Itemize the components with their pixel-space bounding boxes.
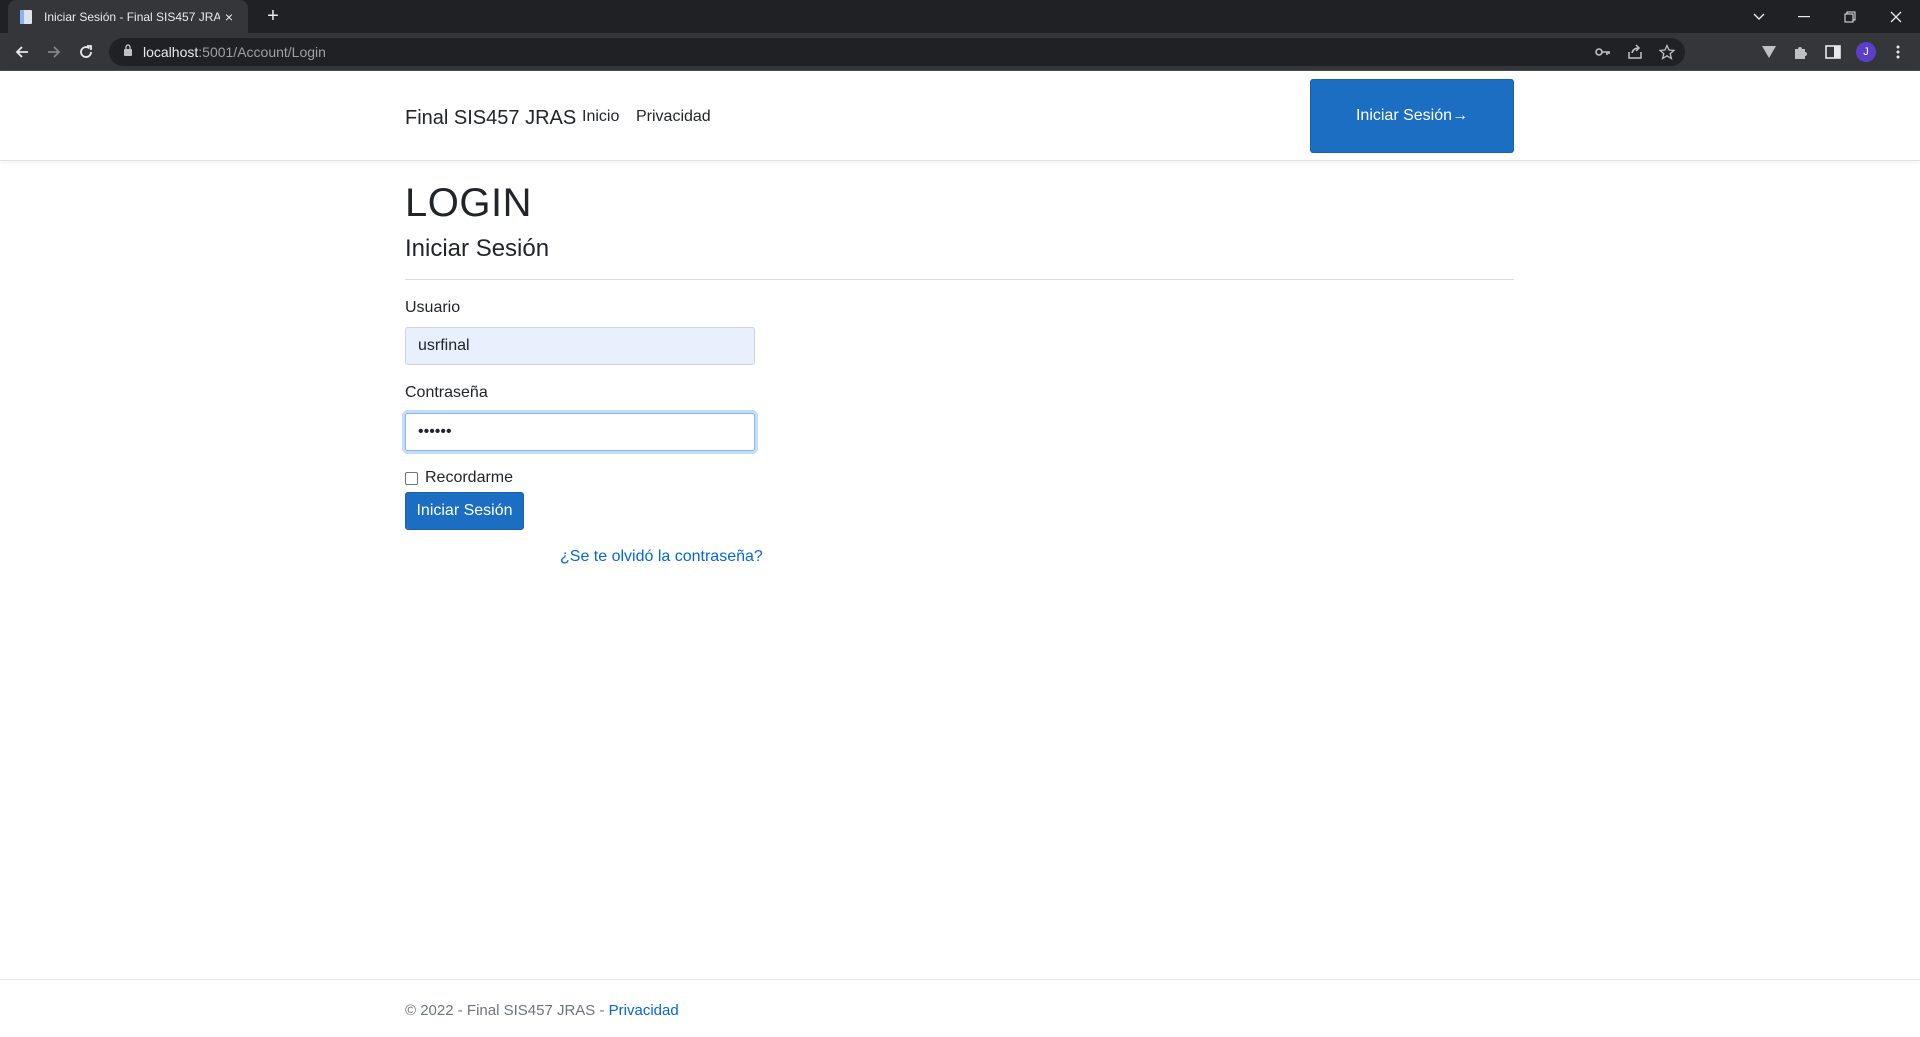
header-login-button[interactable]: Iniciar Sesión→ — [1310, 79, 1514, 153]
remember-label[interactable]: Recordarme — [425, 469, 513, 487]
browser-tab-bar: Iniciar Sesión - Final SIS457 JRAS × + — [0, 0, 1920, 33]
page-icon — [18, 9, 34, 25]
username-field[interactable] — [405, 327, 755, 365]
tab-search-icon[interactable] — [1736, 0, 1782, 33]
page-viewport: Final SIS457 JRAS Inicio Privacidad Inic… — [0, 71, 1920, 1037]
extensions-puzzle-icon[interactable] — [1791, 42, 1811, 62]
close-window-icon[interactable] — [1873, 0, 1919, 33]
reload-icon[interactable] — [74, 40, 98, 64]
browser-toolbar: localhost:5001/Account/Login — [0, 33, 1920, 71]
remember-checkbox[interactable] — [405, 472, 418, 485]
page-subtitle: Iniciar Sesión — [405, 235, 550, 262]
password-label: Contraseña — [405, 384, 488, 401]
new-tab-button[interactable]: + — [261, 5, 285, 29]
minimize-icon[interactable] — [1781, 0, 1827, 33]
browser-tab[interactable]: Iniciar Sesión - Final SIS457 JRAS × — [8, 0, 248, 33]
page-title: LOGIN — [405, 181, 532, 225]
key-icon[interactable] — [1593, 42, 1613, 62]
login-submit-button[interactable]: Iniciar Sesión — [405, 492, 524, 530]
nav-link-inicio[interactable]: Inicio — [582, 108, 619, 126]
nav-link-privacidad[interactable]: Privacidad — [636, 108, 711, 126]
restore-icon[interactable] — [1827, 0, 1873, 33]
forgot-password-link[interactable]: ¿Se te olvidó la contraseña? — [560, 548, 763, 566]
url-text: localhost:5001/Account/Login — [143, 44, 326, 60]
site-navbar: Final SIS457 JRAS Inicio Privacidad Inic… — [0, 71, 1920, 161]
password-field[interactable] — [405, 413, 755, 451]
bookmark-star-icon[interactable] — [1657, 42, 1677, 62]
tab-close-icon[interactable]: × — [220, 9, 238, 25]
address-bar[interactable]: localhost:5001/Account/Login — [109, 38, 1685, 66]
footer-privacy-link[interactable]: Privacidad — [609, 1002, 679, 1019]
footer-text: © 2022 - Final SIS457 JRAS - Privacidad — [405, 1002, 679, 1019]
share-icon[interactable] — [1625, 42, 1645, 62]
divider — [405, 279, 1514, 280]
side-panel-icon[interactable] — [1823, 42, 1843, 62]
back-arrow-icon[interactable] — [10, 40, 34, 64]
username-label: Usuario — [405, 299, 461, 316]
tab-title: Iniciar Sesión - Final SIS457 JRAS — [44, 9, 220, 24]
lock-icon[interactable] — [123, 43, 133, 61]
site-footer: © 2022 - Final SIS457 JRAS - Privacidad — [0, 979, 1920, 1037]
profile-avatar[interactable]: J — [1856, 42, 1876, 62]
menu-dots-icon[interactable] — [1888, 42, 1908, 62]
site-brand[interactable]: Final SIS457 JRAS — [405, 107, 576, 130]
forward-arrow-icon[interactable] — [42, 40, 66, 64]
extension-v-icon[interactable] — [1759, 42, 1779, 62]
